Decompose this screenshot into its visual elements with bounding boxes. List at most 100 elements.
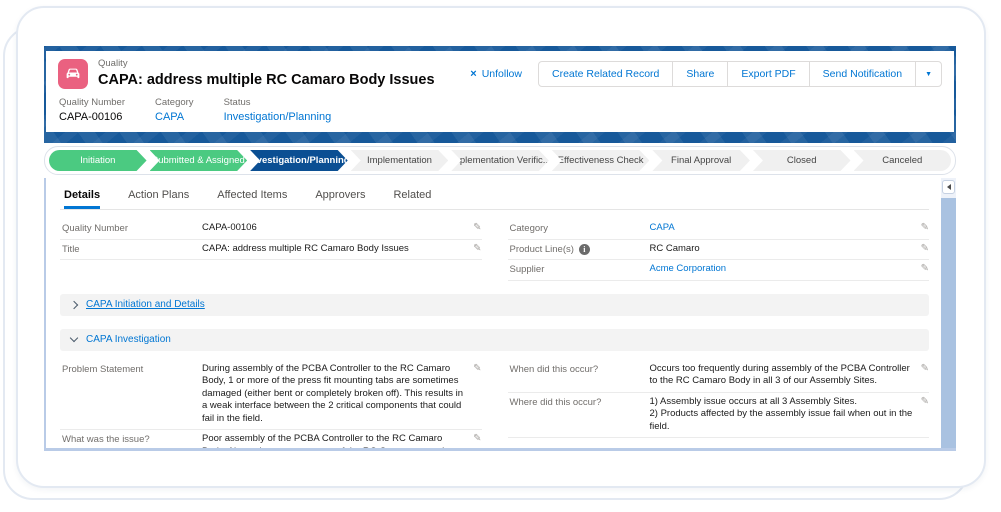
field-label: Quality Number: [59, 97, 125, 108]
close-icon: ×: [470, 68, 477, 80]
field-label: Product Line(s) i: [510, 243, 650, 255]
quality-record-page: Quality CAPA: address multiple RC Camaro…: [44, 46, 956, 451]
more-actions-button[interactable]: ▼: [915, 61, 942, 87]
category-link[interactable]: CAPA: [650, 222, 913, 235]
triangle-left-icon: [946, 184, 951, 190]
car-icon: [66, 68, 80, 79]
export-pdf-button[interactable]: Export PDF: [727, 61, 810, 87]
info-icon[interactable]: i: [578, 243, 590, 255]
field-value: 1) Assembly issue occurs at all 3 Assemb…: [649, 395, 913, 432]
send-notification-button[interactable]: Send Notification: [808, 61, 917, 87]
category-link[interactable]: CAPA: [155, 111, 194, 123]
stage-initiation[interactable]: Initiation: [49, 150, 147, 171]
window-card: Quality CAPA: address multiple RC Camaro…: [16, 6, 986, 488]
edit-pencil-icon[interactable]: ✎: [921, 222, 929, 234]
tab-details[interactable]: Details: [64, 189, 101, 209]
field-label: Status: [223, 97, 251, 108]
tab-affected-items[interactable]: Affected Items: [217, 189, 287, 209]
edit-pencil-icon[interactable]: ✎: [921, 396, 929, 408]
unfollow-label: Unfollow: [481, 68, 522, 80]
chevron-down-icon: [69, 333, 79, 343]
field-row-problem-statement: Problem Statement During assembly of the…: [60, 360, 482, 430]
record-header-banner: Quality CAPA: address multiple RC Camaro…: [44, 46, 956, 143]
scroll-arrow-button[interactable]: [942, 180, 955, 194]
record-title-block: Quality CAPA: address multiple RC Camaro…: [98, 58, 435, 89]
edit-pencil-icon[interactable]: ✎: [473, 222, 481, 234]
field-label: Category: [509, 223, 549, 234]
field-value: Poor assembly of the PCBA Controller to …: [202, 433, 455, 448]
record-tabs: Details Action Plans Affected Items Appr…: [60, 180, 929, 210]
object-label: Quality: [98, 58, 128, 70]
stage-canceled[interactable]: Canceled: [853, 150, 952, 171]
summary-field-category: Category CAPA: [155, 97, 194, 123]
field-value: During assembly of the PCBA Controller t…: [202, 362, 464, 424]
stage-implementation-verification[interactable]: Implementation Verific...: [451, 150, 549, 171]
field-value: CAPA: address multiple RC Camaro Body Is…: [202, 242, 409, 254]
field-row-where-did-this-occur: Where did this occur? 1) Assembly issue …: [507, 393, 929, 438]
edit-pencil-icon[interactable]: ✎: [921, 363, 929, 375]
field-label-text: Product Line(s): [509, 243, 574, 255]
section-capa-initiation-and-details[interactable]: CAPA Initiation and Details: [60, 293, 929, 316]
field-label: Title: [62, 243, 80, 255]
edit-pencil-icon[interactable]: ✎: [921, 263, 929, 275]
field-value: Occurs too frequently during assembly of…: [649, 362, 910, 387]
fields-right-column: When did this occur? Occurs too frequent…: [507, 360, 929, 449]
scrollbar-thumb[interactable]: [941, 198, 956, 448]
stage-closed[interactable]: Closed: [753, 150, 851, 171]
edit-pencil-icon[interactable]: ✎: [473, 363, 481, 375]
edit-pencil-icon[interactable]: ✎: [473, 433, 481, 445]
summary-field-status: Status Investigation/Planning: [224, 97, 332, 123]
edit-pencil-icon[interactable]: ✎: [921, 243, 929, 255]
fields-left-column: Problem Statement During assembly of the…: [60, 360, 482, 448]
field-row-category: Category CAPA ✎: [507, 219, 929, 240]
section-title: CAPA Initiation and Details: [86, 299, 205, 310]
details-panel: Details Action Plans Affected Items Appr…: [46, 178, 941, 448]
record-header-card: Quality CAPA: address multiple RC Camaro…: [46, 51, 954, 132]
field-row-when-did-this-occur: When did this occur? Occurs too frequent…: [507, 360, 929, 393]
stage-submitted-assigned[interactable]: Submitted & Assigned: [150, 150, 248, 171]
field-label: Problem Statement: [62, 363, 144, 375]
share-button[interactable]: Share: [672, 61, 729, 87]
unfollow-button[interactable]: × Unfollow: [470, 68, 522, 80]
edit-pencil-icon[interactable]: ✎: [473, 243, 481, 255]
record-actions: × Unfollow Create Related Record Share E…: [470, 61, 942, 87]
field-label: Quality Number: [62, 223, 128, 234]
field-value: CAPA-00106: [202, 222, 257, 233]
field-value: RC Camaro: [649, 242, 700, 254]
fields-left-column: Quality Number CAPA-00106 ✎ Title CAPA: …: [60, 219, 482, 281]
field-row-what-was-the-issue: What was the issue? Poor assembly of the…: [60, 430, 482, 448]
field-row-supplier: Supplier Acme Corporation ✎: [507, 260, 929, 281]
create-related-record-button[interactable]: Create Related Record: [537, 61, 674, 87]
detail-fields-investigation: Problem Statement During assembly of the…: [60, 360, 929, 449]
stage-implementation[interactable]: Implementation: [351, 150, 449, 171]
action-button-group: Create Related Record Share Export PDF S…: [537, 61, 942, 87]
vertical-scrollbar[interactable]: [941, 178, 956, 448]
status-link[interactable]: Investigation/Planning: [224, 111, 332, 123]
path-bar: Initiation Submitted & Assigned Investig…: [44, 146, 956, 175]
detail-fields-top: Quality Number CAPA-00106 ✎ Title CAPA: …: [60, 219, 929, 281]
stage-effectiveness-check[interactable]: Effectiveness Check: [552, 150, 650, 171]
field-row-title: Title CAPA: address multiple RC Camaro B…: [60, 240, 482, 260]
stage-investigation-planning[interactable]: Investigation/Planning: [250, 150, 348, 171]
field-row-product-lines: Product Line(s) i RC Camaro ✎: [507, 240, 929, 260]
field-label: Where did this occur?: [509, 396, 602, 408]
stage-final-approval[interactable]: Final Approval: [652, 150, 750, 171]
supplier-link[interactable]: Acme Corporation: [650, 263, 913, 276]
record-header-top: Quality CAPA: address multiple RC Camaro…: [46, 51, 954, 93]
field-label: Supplier: [509, 264, 545, 275]
field-label: When did this occur?: [509, 363, 599, 375]
field-label: What was the issue?: [62, 434, 150, 445]
tab-action-plans[interactable]: Action Plans: [128, 189, 189, 209]
field-value: CAPA-00106: [59, 111, 123, 123]
quality-object-icon: [58, 59, 88, 89]
summary-field-quality-number: Quality Number CAPA-00106: [59, 97, 125, 123]
record-title: CAPA: address multiple RC Camaro Body Is…: [98, 72, 435, 89]
record-summary-fields: Quality Number CAPA-00106 Category CAPA …: [46, 93, 954, 132]
section-capa-investigation[interactable]: CAPA Investigation: [60, 328, 929, 351]
record-body: Details Action Plans Affected Items Appr…: [44, 178, 956, 451]
section-title: CAPA Investigation: [86, 334, 171, 345]
tab-related[interactable]: Related: [393, 189, 431, 209]
tab-approvers[interactable]: Approvers: [315, 189, 365, 209]
chevron-right-icon: [69, 300, 79, 309]
field-row-quality-number: Quality Number CAPA-00106 ✎: [60, 219, 482, 240]
